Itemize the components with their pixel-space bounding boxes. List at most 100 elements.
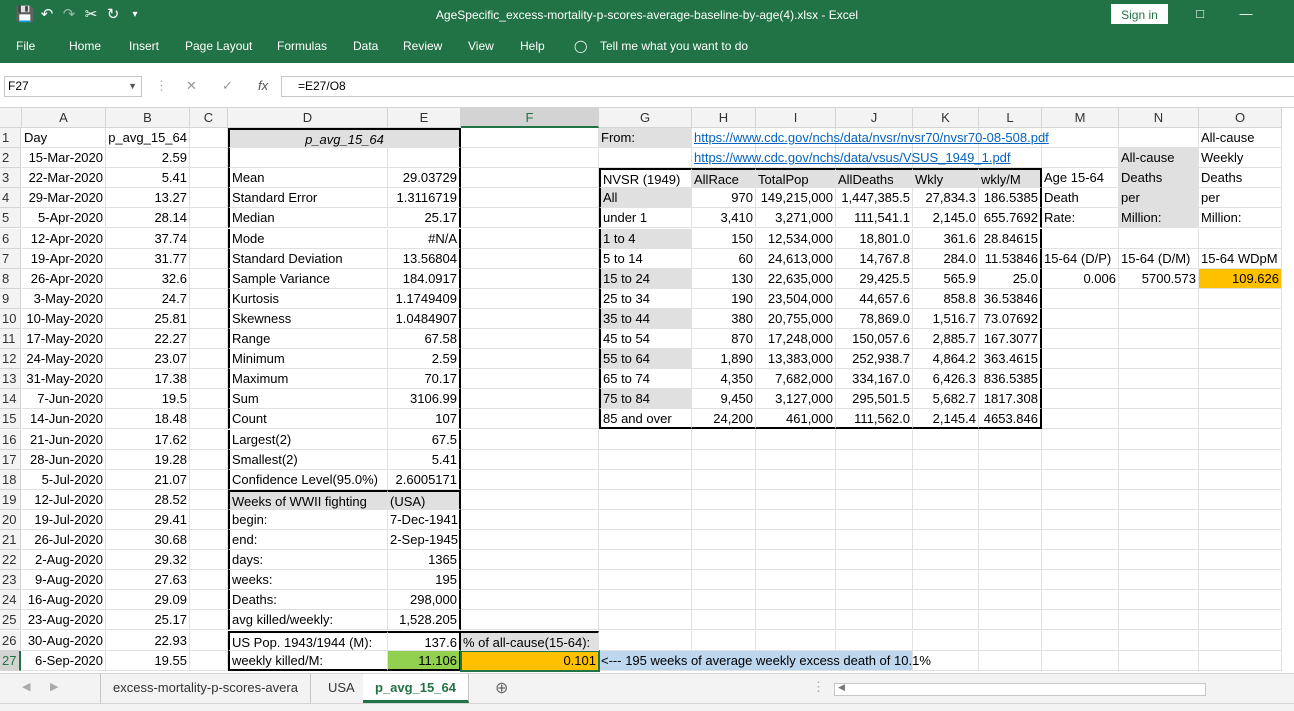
row-header-15[interactable]: 15	[0, 409, 21, 430]
cell-e15[interactable]: 107	[388, 409, 461, 430]
cell-n2[interactable]: All-cause	[1119, 148, 1199, 169]
nvsr-cell[interactable]: 1,890	[692, 349, 756, 370]
cell-a15[interactable]: 14-Jun-2020	[22, 409, 106, 430]
nvsr-cell[interactable]: 284.0	[913, 248, 979, 269]
cell-o4[interactable]: per	[1199, 188, 1282, 209]
nvsr-cell[interactable]: 361.6	[913, 228, 979, 249]
cell-o2[interactable]: Weekly	[1199, 148, 1282, 169]
cell-a5[interactable]: 5-Apr-2020	[22, 208, 106, 229]
sheet-tab-p-avg[interactable]: p_avg_15_64	[363, 674, 469, 703]
nvsr-cell[interactable]: 25 to 34	[599, 288, 692, 309]
cell-n7[interactable]: 15-64 (D/M)	[1119, 248, 1199, 269]
cell-e8[interactable]: 184.0917	[388, 268, 461, 289]
nvsr-cell[interactable]: 149,215,000	[756, 188, 836, 209]
nvsr-cell[interactable]: 28.84615	[979, 228, 1042, 249]
cell-n3[interactable]: Deaths	[1119, 168, 1199, 189]
nvsr-header-2[interactable]: TotalPop	[756, 168, 836, 189]
tab-home[interactable]: Home	[69, 39, 101, 53]
row-header-14[interactable]: 14	[0, 389, 21, 410]
cell-e23[interactable]: 195	[388, 570, 461, 591]
row-header-16[interactable]: 16	[0, 429, 21, 450]
row-header-24[interactable]: 24	[0, 590, 21, 611]
row-header-18[interactable]: 18	[0, 469, 21, 490]
cell-e10[interactable]: 1.0484907	[388, 308, 461, 329]
cell-d19[interactable]: Weeks of WWII fighting	[228, 489, 388, 510]
cell-e25[interactable]: 1,528.205	[388, 610, 461, 631]
nvsr-cell[interactable]: 85 and over	[599, 409, 692, 430]
tab-help[interactable]: Help	[520, 39, 545, 53]
cell-e2[interactable]	[388, 148, 461, 169]
column-header-g[interactable]: G	[599, 108, 692, 128]
nvsr-cell[interactable]: 150	[692, 228, 756, 249]
cell-d10[interactable]: Skewness	[228, 308, 388, 329]
column-header-c[interactable]: C	[190, 108, 228, 128]
cell-a10[interactable]: 10-May-2020	[22, 308, 106, 329]
nvsr-cell[interactable]: 13,383,000	[756, 349, 836, 370]
cell-e26[interactable]: 137.6	[388, 630, 461, 651]
cell-d14[interactable]: Sum	[228, 389, 388, 410]
cell-b23[interactable]: 27.63	[106, 570, 190, 591]
cell-b16[interactable]: 17.62	[106, 429, 190, 450]
select-all-corner[interactable]	[0, 108, 22, 128]
nvsr-cell[interactable]: 36.53846	[979, 288, 1042, 309]
column-header-e[interactable]: E	[388, 108, 461, 128]
scroll-left-icon[interactable]: ◀	[22, 680, 30, 693]
cell-d22[interactable]: days:	[228, 550, 388, 571]
tab-insert[interactable]: Insert	[129, 39, 159, 53]
row-header-11[interactable]: 11	[0, 329, 21, 349]
nvsr-cell[interactable]: 45 to 54	[599, 329, 692, 349]
cell-o8[interactable]: 109.626	[1199, 268, 1282, 289]
nvsr-cell[interactable]: 14,767.8	[836, 248, 913, 269]
nvsr-cell[interactable]: 18,801.0	[836, 228, 913, 249]
column-header-b[interactable]: B	[106, 108, 190, 128]
cell-o5[interactable]: Million:	[1199, 208, 1282, 229]
cell-d9[interactable]: Kurtosis	[228, 288, 388, 309]
cell-n5[interactable]: Million:	[1119, 208, 1199, 229]
nvsr-cell[interactable]: 17,248,000	[756, 329, 836, 349]
cell-d15[interactable]: Count	[228, 409, 388, 430]
nvsr-cell[interactable]: 186.5385	[979, 188, 1042, 209]
cell-b1[interactable]: p_avg_15_64	[106, 128, 190, 148]
nvsr-cell[interactable]: 3,410	[692, 208, 756, 229]
nvsr-header-1[interactable]: AllRace	[692, 168, 756, 189]
cell-b8[interactable]: 32.6	[106, 268, 190, 289]
cell-a17[interactable]: 28-Jun-2020	[22, 449, 106, 470]
cell-e5[interactable]: 25.17	[388, 208, 461, 229]
nvsr-cell[interactable]: 4,350	[692, 369, 756, 390]
nvsr-cell[interactable]: 565.9	[913, 268, 979, 289]
row-header-13[interactable]: 13	[0, 369, 21, 390]
nvsr-cell[interactable]: 334,167.0	[836, 369, 913, 390]
cell-e14[interactable]: 3106.99	[388, 389, 461, 410]
nvsr-cell[interactable]: 130	[692, 268, 756, 289]
column-header-l[interactable]: L	[979, 108, 1042, 128]
cell-b10[interactable]: 25.81	[106, 308, 190, 329]
cell-o7[interactable]: 15-64 WDpM	[1199, 248, 1282, 269]
cell-m3[interactable]: Age 15-64	[1042, 168, 1119, 189]
cell-b13[interactable]: 17.38	[106, 369, 190, 390]
row-header-5[interactable]: 5	[0, 208, 21, 229]
cell-e3[interactable]: 29.03729	[388, 168, 461, 189]
enter-icon[interactable]: ✓	[222, 78, 233, 94]
row-header-27[interactable]: 27	[0, 650, 21, 671]
nvsr-cell[interactable]: 461,000	[756, 409, 836, 430]
cell-d8[interactable]: Sample Variance	[228, 268, 388, 289]
cell-a21[interactable]: 26-Jul-2020	[22, 530, 106, 550]
horizontal-scrollbar[interactable]: ◀	[834, 682, 1206, 696]
cell-d11[interactable]: Range	[228, 329, 388, 349]
cell-o1[interactable]: All-cause	[1199, 128, 1282, 148]
column-header-n[interactable]: N	[1119, 108, 1199, 128]
tab-review[interactable]: Review	[403, 39, 442, 53]
cell-d7[interactable]: Standard Deviation	[228, 248, 388, 269]
spreadsheet-grid[interactable]: A B C D E F G H I J K L M N O 1 2 3 4 5 6 7 8 9 10 11 12 13 14 15 16 17…	[0, 108, 1294, 673]
cell-o3[interactable]: Deaths	[1199, 168, 1282, 189]
cell-e18[interactable]: 2.6005171	[388, 469, 461, 490]
cell-b15[interactable]: 18.48	[106, 409, 190, 430]
nvsr-cell[interactable]: 167.3077	[979, 329, 1042, 349]
cell-d17[interactable]: Smallest(2)	[228, 449, 388, 470]
cell-d18[interactable]: Confidence Level(95.0%)	[228, 469, 388, 490]
cell-b27[interactable]: 19.55	[106, 650, 190, 671]
nvsr-cell[interactable]: 7,682,000	[756, 369, 836, 390]
nvsr-cell[interactable]: 55 to 64	[599, 349, 692, 370]
row-header-8[interactable]: 8	[0, 268, 21, 289]
nvsr-cell[interactable]: 295,501.5	[836, 389, 913, 410]
